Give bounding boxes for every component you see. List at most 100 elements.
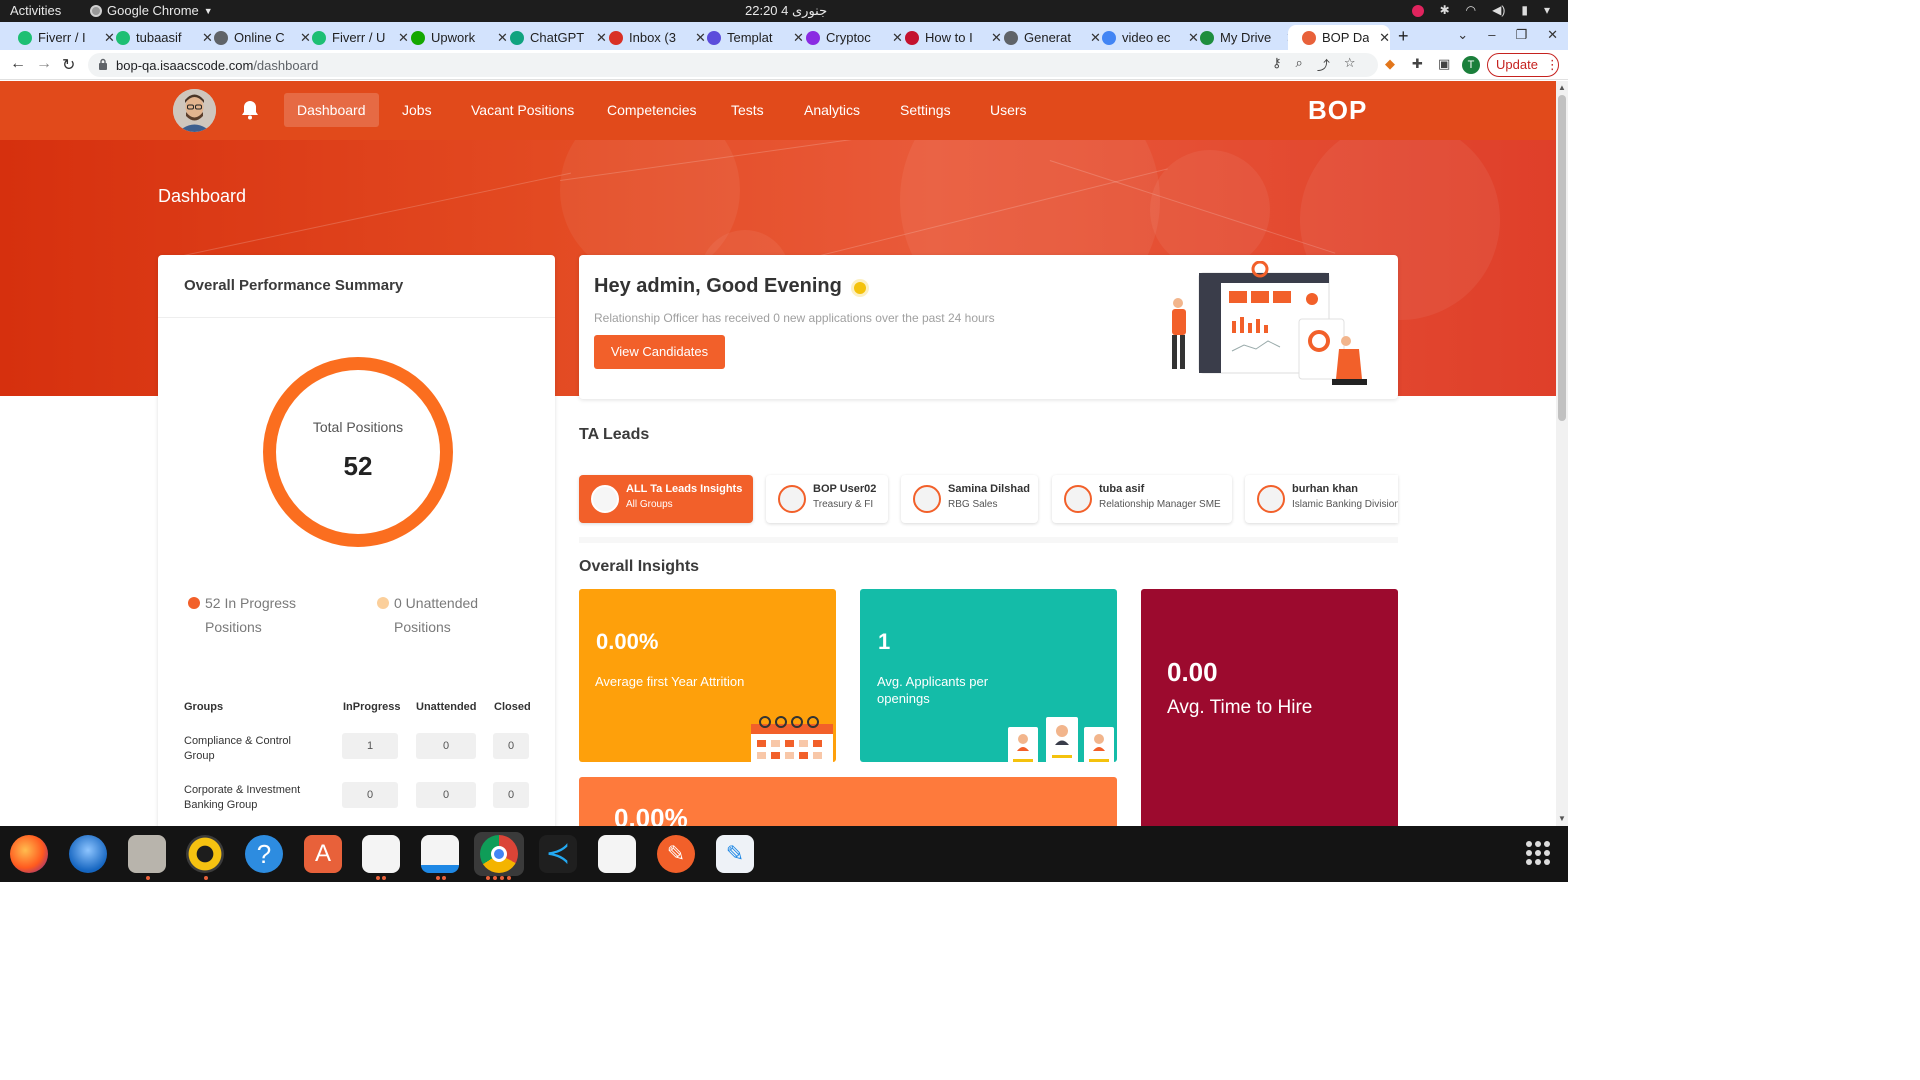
user-avatar[interactable] <box>173 89 216 132</box>
tab-favicon-icon <box>806 30 820 45</box>
nav-settings[interactable]: Settings <box>887 93 964 127</box>
browser-tab[interactable]: Upwork ✕ <box>397 25 508 50</box>
share-icon[interactable]: ⤴ <box>1317 55 1330 74</box>
browser-tab[interactable]: Generat ✕ <box>990 25 1101 50</box>
browser-tab[interactable]: tubaasif ✕ <box>102 25 213 50</box>
notification-bell-icon[interactable] <box>241 100 259 120</box>
browser-tab-active[interactable]: BOP Das ✕ <box>1288 25 1390 50</box>
system-clock[interactable]: 22:20 4 جنوری <box>745 3 827 19</box>
ta-lead-card-all[interactable]: ALL Ta Leads Insights All Groups <box>579 475 753 523</box>
writer-icon[interactable] <box>421 835 459 873</box>
legend-in-progress-text-2: Positions <box>205 619 262 635</box>
browser-tab[interactable]: My Drive✕ <box>1186 25 1297 50</box>
vscode-icon[interactable]: ≺ <box>539 835 577 873</box>
in-progress-dot-icon <box>188 597 200 609</box>
show-apps-grid-icon[interactable] <box>1526 841 1550 865</box>
zoom-icon[interactable]: ⌕ <box>1296 55 1303 74</box>
tab-favicon-icon <box>214 30 228 45</box>
browser-tab[interactable]: How to I ✕ <box>891 25 1002 50</box>
scroll-down-icon[interactable]: ▼ <box>1558 814 1566 823</box>
browser-tab[interactable]: Cryptoc ✕ <box>792 25 903 50</box>
table-header-inprogress: InProgress <box>343 701 401 713</box>
ta-lead-card[interactable]: burhan khan Islamic Banking Division <box>1245 475 1398 523</box>
forward-arrow-icon[interactable]: → <box>36 55 52 73</box>
new-tab-button[interactable]: + <box>1398 26 1409 47</box>
extensions-puzzle-icon[interactable]: ✚ <box>1412 56 1423 72</box>
bookmark-star-icon[interactable]: ☆ <box>1344 55 1356 74</box>
scroll-up-icon[interactable]: ▲ <box>1558 83 1566 92</box>
key-icon[interactable]: ⚷ <box>1272 55 1282 74</box>
browser-tab-strip: Fiverr / I ✕ tubaasif ✕ Online C ✕ Fiverr /… <box>0 22 1568 50</box>
app-menu[interactable]: Google Chrome ▼ <box>90 3 213 18</box>
nav-dashboard[interactable]: Dashboard <box>284 93 379 127</box>
maximize-icon[interactable]: ❐ <box>1515 27 1527 43</box>
insight-card-attrition: 0.00% Average first Year Attrition <box>579 589 836 762</box>
tab-search-icon[interactable]: ⌄ <box>1457 27 1468 43</box>
insight-card-time-to-hire: 0.00 Avg. Time to Hire <box>1141 589 1398 826</box>
lead-group: All Groups <box>626 499 673 510</box>
tab-favicon-icon <box>609 30 623 45</box>
lead-name: burhan khan <box>1292 483 1359 495</box>
help-icon[interactable]: ? <box>245 835 283 873</box>
side-panel-icon[interactable]: ▣ <box>1438 56 1450 72</box>
nav-users[interactable]: Users <box>977 93 1040 127</box>
gimp-icon[interactable] <box>598 835 636 873</box>
files-icon[interactable] <box>128 835 166 873</box>
reload-icon[interactable]: ↻ <box>62 55 75 75</box>
address-bar[interactable]: bop-qa.isaacscode.com/dashboard <box>88 53 1378 77</box>
presentation-icon[interactable] <box>362 835 400 873</box>
metamask-icon[interactable]: ◆ <box>1385 56 1395 72</box>
bop-logo[interactable]: BOP <box>1308 95 1367 126</box>
browser-tab[interactable]: Templat ✕ <box>693 25 804 50</box>
back-arrow-icon[interactable]: ← <box>10 55 26 73</box>
lead-avatar-icon <box>1064 485 1092 513</box>
lead-name: tuba asif <box>1099 483 1145 495</box>
firefox-icon[interactable] <box>10 835 48 873</box>
tab-favicon-icon <box>18 30 32 45</box>
software-center-icon[interactable]: A <box>304 835 342 873</box>
scrollbar-thumb[interactable] <box>1558 95 1566 421</box>
minimize-icon[interactable]: – <box>1488 27 1495 43</box>
tab-close-icon[interactable]: ✕ <box>1379 30 1390 46</box>
browser-tab[interactable]: Online C ✕ <box>200 25 311 50</box>
thunderbird-icon[interactable] <box>69 835 107 873</box>
chrome-dock-active[interactable] <box>474 832 524 876</box>
browser-tab[interactable]: Fiverr / U ✕ <box>298 25 409 50</box>
nav-vacant-positions[interactable]: Vacant Positions <box>458 93 587 127</box>
nav-jobs[interactable]: Jobs <box>389 93 445 127</box>
tab-label: Fiverr / I <box>38 30 86 45</box>
page-scrollbar[interactable]: ▲ ▼ <box>1556 81 1568 826</box>
ta-lead-card[interactable]: tuba asif Relationship Manager SME <box>1052 475 1232 523</box>
ta-lead-card[interactable]: BOP User02 Treasury & FI <box>766 475 888 523</box>
draw-icon[interactable]: ✎ <box>657 835 695 873</box>
nav-tests[interactable]: Tests <box>718 93 777 127</box>
activities-button[interactable]: Activities <box>10 3 61 18</box>
ta-leads-scroll-track[interactable] <box>579 537 1398 543</box>
browser-tab[interactable]: Fiverr / I ✕ <box>4 25 115 50</box>
browser-tab[interactable]: ChatGPT ✕ <box>496 25 607 50</box>
update-button[interactable]: Update ⋮ <box>1487 53 1559 77</box>
page-viewport: Dashboard Jobs Vacant Positions Competen… <box>0 81 1556 826</box>
insight-label: Average first Year Attrition <box>595 674 745 689</box>
legend-in-progress: 52 In Progress Positions <box>188 591 296 639</box>
legend-unattended-text: 0 Unattended <box>394 595 479 611</box>
ta-lead-card[interactable]: Samina Dilshad RBG Sales <box>901 475 1038 523</box>
running-indicator <box>486 876 490 880</box>
nav-analytics[interactable]: Analytics <box>791 93 873 127</box>
insight-card-extra: 0.00% <box>579 777 1117 826</box>
tab-favicon-icon <box>1004 30 1018 45</box>
view-candidates-button[interactable]: View Candidates <box>594 335 725 369</box>
browser-tab[interactable]: Inbox (3 ✕ <box>595 25 706 50</box>
applicant-profiles-icon <box>1008 717 1114 762</box>
rhythmbox-icon[interactable] <box>186 835 224 873</box>
system-tray[interactable]: ✱ ◠ ◀) ▮ ▾ <box>1411 3 1550 17</box>
running-indicator <box>500 876 504 880</box>
profile-avatar[interactable]: T <box>1462 56 1480 74</box>
nav-competencies[interactable]: Competencies <box>594 93 710 127</box>
text-editor-icon[interactable]: ✎ <box>716 835 754 873</box>
tab-label: Upwork <box>431 30 476 45</box>
browser-tab[interactable]: video ec ✕ <box>1088 25 1199 50</box>
greeting-title: Hey admin, Good Evening <box>594 275 842 297</box>
insight-label: Avg. Time to Hire <box>1167 697 1313 718</box>
close-window-icon[interactable]: ✕ <box>1547 27 1558 43</box>
